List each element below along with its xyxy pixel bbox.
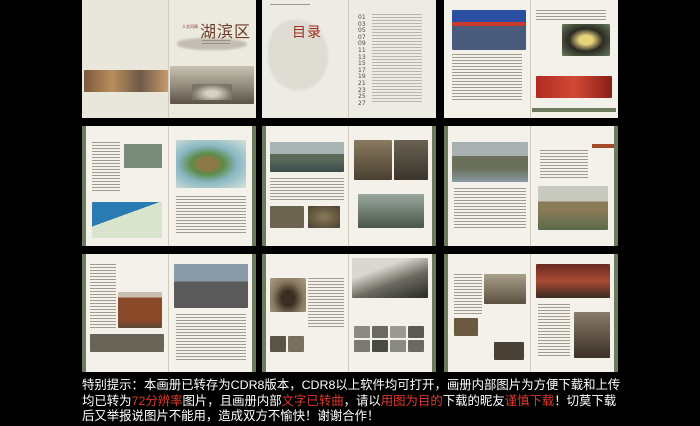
cover-crane-image <box>192 84 232 100</box>
toc-heading: 目录 <box>292 25 322 41</box>
cave-photo <box>270 278 306 312</box>
river-photo <box>270 142 344 172</box>
banner-photo <box>536 76 612 98</box>
notice-highlight-text-curved: 文字已转曲 <box>281 393 344 408</box>
coastline-map <box>92 202 162 238</box>
notice-mid3: 下载的昵友 <box>442 393 505 408</box>
cover-back-page <box>82 0 168 118</box>
cover-title: 湖滨区 <box>200 22 252 41</box>
spread-cover: 湖滨区 人文风情 <box>82 0 256 118</box>
village-photo <box>484 274 526 304</box>
cover-photo-strip-left <box>84 70 168 92</box>
pagoda-photo <box>118 292 162 328</box>
spread-temple <box>444 254 618 372</box>
stadium-photo <box>562 24 610 56</box>
temple-gate-photo <box>536 264 610 298</box>
spread-landscape <box>262 126 436 246</box>
gorge-photo <box>452 142 528 182</box>
spread-pagoda <box>82 254 256 372</box>
map-island-photo <box>176 140 246 188</box>
notice-highlight-resolution: 72分辨率 <box>131 393 183 408</box>
tree-photo <box>352 258 428 298</box>
museum-photo <box>174 264 248 308</box>
download-notice: 特别提示：本画册已转存为CDR8版本，CDR8以上软件均可打开，画册内部图片为方… <box>82 378 622 425</box>
toc-entry-number: 27 <box>358 99 366 107</box>
notice-highlight-caution: 谨慎下载 <box>504 393 555 408</box>
conference-photo <box>452 10 526 50</box>
notice-mid1: 图片，且画册内部 <box>182 393 282 408</box>
notice-mid2: ，请以 <box>343 393 381 408</box>
spread-maps <box>82 126 256 246</box>
spread-toc: 目录 01 03 05 07 09 11 13 15 17 19 21 23 25 27 <box>262 0 436 118</box>
notice-highlight-purpose: 用图为目的 <box>380 393 443 408</box>
spread-architecture <box>444 126 618 246</box>
cover-subtitle: 人文风情 <box>182 24 198 29</box>
palace-photo <box>538 186 608 230</box>
spread-heritage <box>262 254 436 372</box>
spread-conference <box>444 0 618 118</box>
